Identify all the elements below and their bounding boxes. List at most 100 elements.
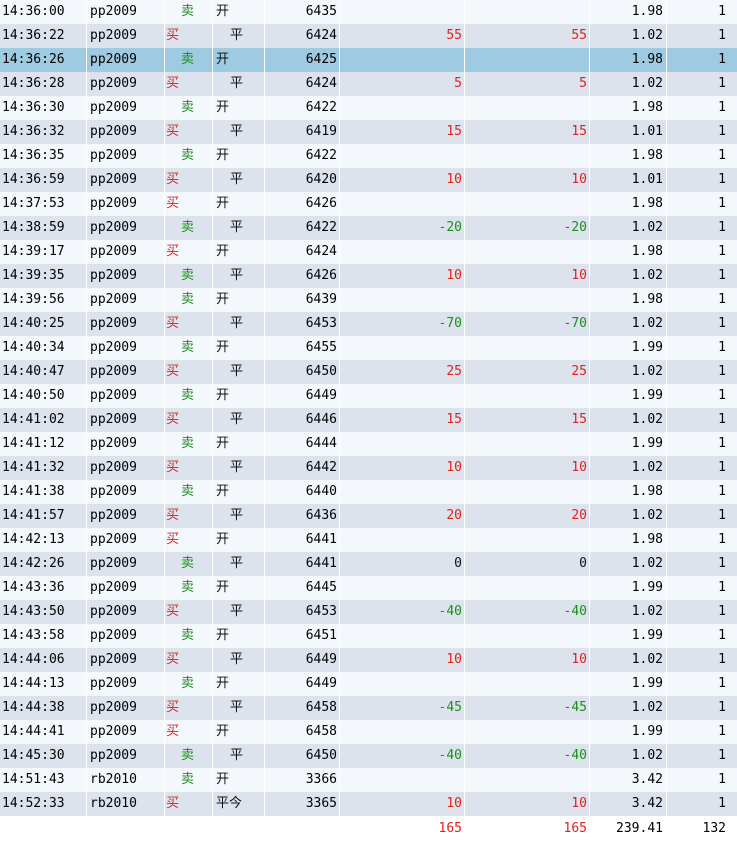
open-close-cell: 开 bbox=[213, 528, 265, 552]
trade-quantity: 1 bbox=[718, 316, 726, 331]
table-row[interactable]: 14:44:38 pp2009 买平 6458 -45 -45 1.02 1 bbox=[0, 696, 737, 720]
contract-symbol: pp2009 bbox=[87, 120, 165, 144]
trade-price: 6449 bbox=[265, 672, 340, 696]
table-row[interactable]: 14:40:50 pp2009 卖 开 6449 1.99 1 bbox=[0, 384, 737, 408]
trade-price: 6451 bbox=[265, 624, 340, 648]
direction-cell: 卖 bbox=[165, 216, 213, 240]
table-row[interactable]: 14:43:58 pp2009 卖 开 6451 1.99 1 bbox=[0, 624, 737, 648]
open-close-cell: 平 bbox=[213, 408, 265, 432]
table-row[interactable]: 14:41:12 pp2009 卖 开 6444 1.99 1 bbox=[0, 432, 737, 456]
open-close-label: 平 bbox=[230, 316, 244, 331]
table-row[interactable]: 14:44:06 pp2009 买平 6449 10 10 1.02 1 bbox=[0, 648, 737, 672]
direction-cell: 卖 bbox=[165, 744, 213, 768]
direction-label: 买 bbox=[166, 196, 180, 211]
direction-cell: 买 bbox=[165, 360, 213, 384]
trade-price: 6450 bbox=[265, 744, 340, 768]
table-row[interactable]: 14:36:22 pp2009 买平 6424 55 55 1.02 1 bbox=[0, 24, 737, 48]
trade-time: 14:41:32 bbox=[0, 456, 87, 480]
table-row[interactable]: 14:40:25 pp2009 买平 6453 -70 -70 1.02 1 bbox=[0, 312, 737, 336]
direction-label: 卖 bbox=[181, 436, 195, 451]
table-row[interactable]: 14:52:33 rb2010 买平今 3365 10 10 3.42 1 bbox=[0, 792, 737, 816]
direction-cell: 卖 bbox=[165, 432, 213, 456]
table-row[interactable]: 14:42:13 pp2009 买 开 6441 1.98 1 bbox=[0, 528, 737, 552]
open-close-cell: 开 bbox=[213, 768, 265, 792]
table-row[interactable]: 14:43:36 pp2009 卖 开 6445 1.99 1 bbox=[0, 576, 737, 600]
table-row[interactable]: 14:45:30 pp2009 卖平 6450 -40 -40 1.02 1 bbox=[0, 744, 737, 768]
table-row[interactable]: 14:40:34 pp2009 卖 开 6455 1.99 1 bbox=[0, 336, 737, 360]
open-close-label: 开 bbox=[216, 196, 230, 211]
open-close-label: 平 bbox=[230, 700, 244, 715]
table-row[interactable]: 14:39:35 pp2009 卖平 6426 10 10 1.02 1 bbox=[0, 264, 737, 288]
table-row[interactable]: 14:37:53 pp2009 买 开 6426 1.98 1 bbox=[0, 192, 737, 216]
trade-quantity: 1 bbox=[718, 364, 726, 379]
contract-symbol: pp2009 bbox=[87, 408, 165, 432]
contract-symbol: pp2009 bbox=[87, 456, 165, 480]
commission-fee: 1.98 bbox=[590, 240, 667, 264]
trade-price: 6424 bbox=[265, 72, 340, 96]
contract-symbol: pp2009 bbox=[87, 264, 165, 288]
trade-time: 14:36:00 bbox=[0, 0, 87, 24]
table-row[interactable]: 14:39:56 pp2009 卖 开 6439 1.98 1 bbox=[0, 288, 737, 312]
table-row[interactable]: 14:43:50 pp2009 买平 6453 -40 -40 1.02 1 bbox=[0, 600, 737, 624]
open-close-cell: 平 bbox=[213, 504, 265, 528]
open-close-label: 平 bbox=[230, 652, 244, 667]
table-row[interactable]: 14:44:41 pp2009 买 开 6458 1.99 1 bbox=[0, 720, 737, 744]
open-close-cell: 平 bbox=[213, 600, 265, 624]
table-row[interactable]: 14:38:59 pp2009 卖平 6422 -20 -20 1.02 1 bbox=[0, 216, 737, 240]
commission-fee: 1.02 bbox=[590, 72, 667, 96]
table-row[interactable]: 14:36:28 pp2009 买平 6424 5 5 1.02 1 bbox=[0, 72, 737, 96]
table-row-selected[interactable]: 14:36:26 pp2009 卖 开 6425 1.98 1 bbox=[0, 48, 737, 72]
open-close-label: 平 bbox=[230, 268, 244, 283]
table-row[interactable]: 14:42:26 pp2009 卖平 6441 0 0 1.02 1 bbox=[0, 552, 737, 576]
direction-cell: 卖 bbox=[165, 288, 213, 312]
profit-loss-close: 55 bbox=[465, 24, 590, 48]
commission-fee: 1.02 bbox=[590, 24, 667, 48]
commission-fee: 1.99 bbox=[590, 672, 667, 696]
profit-loss-close: -45 bbox=[465, 696, 590, 720]
commission-fee: 1.98 bbox=[590, 48, 667, 72]
trade-time: 14:40:25 bbox=[0, 312, 87, 336]
table-row[interactable]: 14:36:35 pp2009 卖 开 6422 1.98 1 bbox=[0, 144, 737, 168]
table-row[interactable]: 14:41:02 pp2009 买平 6446 15 15 1.02 1 bbox=[0, 408, 737, 432]
trade-quantity: 1 bbox=[718, 148, 726, 163]
direction-label: 买 bbox=[166, 508, 180, 523]
table-row[interactable]: 14:36:00 pp2009 卖 开 6435 1.98 1 bbox=[0, 0, 737, 24]
table-row[interactable]: 14:41:57 pp2009 买平 6436 20 20 1.02 1 bbox=[0, 504, 737, 528]
profit-loss bbox=[340, 672, 465, 696]
profit-loss bbox=[340, 48, 465, 72]
trade-time: 14:43:50 bbox=[0, 600, 87, 624]
table-row[interactable]: 14:36:32 pp2009 买平 6419 15 15 1.01 1 bbox=[0, 120, 737, 144]
open-close-cell: 开 bbox=[213, 624, 265, 648]
table-row[interactable]: 14:41:32 pp2009 买平 6442 10 10 1.02 1 bbox=[0, 456, 737, 480]
profit-loss-close bbox=[465, 720, 590, 744]
table-row[interactable]: 14:40:47 pp2009 买平 6450 25 25 1.02 1 bbox=[0, 360, 737, 384]
table-row[interactable]: 14:41:38 pp2009 卖 开 6440 1.98 1 bbox=[0, 480, 737, 504]
table-row[interactable]: 14:36:30 pp2009 卖 开 6422 1.98 1 bbox=[0, 96, 737, 120]
open-close-cell: 开 bbox=[213, 144, 265, 168]
open-close-cell: 开 bbox=[213, 0, 265, 24]
profit-loss-close: 10 bbox=[465, 456, 590, 480]
contract-symbol: pp2009 bbox=[87, 240, 165, 264]
table-row[interactable]: 14:36:59 pp2009 买平 6420 10 10 1.01 1 bbox=[0, 168, 737, 192]
commission-fee: 1.98 bbox=[590, 96, 667, 120]
trade-quantity: 1 bbox=[718, 628, 726, 643]
trade-time: 14:36:22 bbox=[0, 24, 87, 48]
contract-symbol: pp2009 bbox=[87, 744, 165, 768]
table-row[interactable]: 14:51:43 rb2010 卖 开 3366 3.42 1 bbox=[0, 768, 737, 792]
profit-loss-close bbox=[465, 480, 590, 504]
open-close-label: 平今 bbox=[216, 796, 243, 811]
open-close-label: 开 bbox=[216, 388, 230, 403]
trade-price: 6426 bbox=[265, 264, 340, 288]
table-row[interactable]: 14:39:17 pp2009 买 开 6424 1.98 1 bbox=[0, 240, 737, 264]
trade-price: 6426 bbox=[265, 192, 340, 216]
trade-quantity: 1 bbox=[718, 772, 726, 787]
open-close-cell: 平 bbox=[213, 72, 265, 96]
commission-fee: 1.98 bbox=[590, 288, 667, 312]
profit-loss-close: 10 bbox=[465, 792, 590, 816]
open-close-label: 平 bbox=[230, 412, 244, 427]
trade-quantity: 1 bbox=[718, 532, 726, 547]
open-close-label: 开 bbox=[216, 484, 230, 499]
open-close-cell: 开 bbox=[213, 288, 265, 312]
open-close-cell: 平 bbox=[213, 216, 265, 240]
table-row[interactable]: 14:44:13 pp2009 卖 开 6449 1.99 1 bbox=[0, 672, 737, 696]
